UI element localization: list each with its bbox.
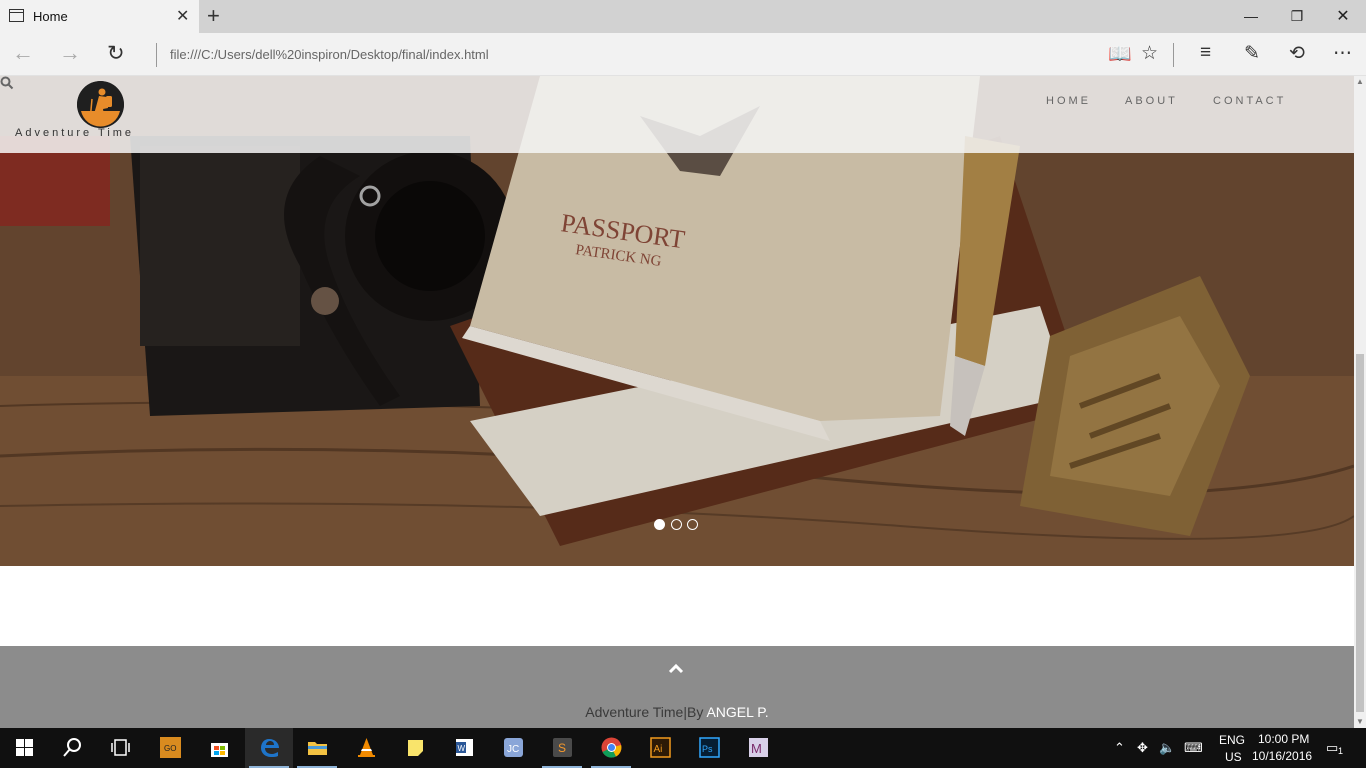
sticky-note-icon bbox=[408, 740, 423, 756]
folder-icon bbox=[308, 742, 327, 755]
nav-about-link[interactable]: ABOUT bbox=[1125, 95, 1178, 107]
site-footer: Adventure Time|By ANGEL P. bbox=[0, 646, 1354, 728]
windows-logo-icon bbox=[16, 739, 33, 756]
scroll-thumb[interactable] bbox=[1356, 354, 1364, 712]
show-hidden-icons-chevron-icon[interactable]: ⌃ bbox=[1114, 740, 1125, 756]
hero-slider: PASSPORT PATRICK NG Adventure Time HOME … bbox=[0, 76, 1354, 566]
search-icon[interactable] bbox=[0, 76, 14, 90]
edge-icon bbox=[261, 739, 279, 757]
taskbar-app-maple[interactable]: M bbox=[734, 728, 782, 768]
jcreator-icon: JC bbox=[504, 738, 523, 757]
address-bar: ← → ↻ file:///C:/Users/dell%20inspiron/D… bbox=[0, 33, 1366, 76]
vlc-cone-icon bbox=[358, 738, 375, 757]
notification-badge: 1 bbox=[1338, 746, 1344, 756]
maple-icon: M bbox=[749, 738, 768, 757]
csgo-icon: GO bbox=[160, 737, 181, 758]
reading-view-icon[interactable]: 📖 bbox=[1108, 42, 1132, 66]
footer-author-link[interactable]: ANGEL P. bbox=[706, 704, 768, 720]
more-actions-icon[interactable]: ⋯ bbox=[1333, 42, 1352, 65]
site-header: Adventure Time HOME ABOUT CONTACT bbox=[0, 76, 1354, 153]
web-note-icon[interactable]: ✎ bbox=[1244, 42, 1260, 65]
search-button[interactable] bbox=[48, 728, 96, 768]
new-tab-icon[interactable]: + bbox=[207, 3, 220, 29]
footer-credit: Adventure Time|By ANGEL P. bbox=[0, 704, 1354, 720]
taskbar-app-edge[interactable] bbox=[245, 728, 293, 768]
taskbar-app-file-explorer[interactable] bbox=[293, 728, 341, 768]
task-view-icon bbox=[111, 739, 130, 756]
refresh-icon[interactable]: ↻ bbox=[107, 41, 125, 66]
nav-home-link[interactable]: HOME bbox=[1046, 95, 1091, 107]
page-viewport: PASSPORT PATRICK NG Adventure Time HOME … bbox=[0, 76, 1354, 728]
svg-text:Ps: Ps bbox=[702, 744, 713, 754]
svg-text:Ai: Ai bbox=[654, 744, 663, 755]
taskbar-app-store[interactable] bbox=[195, 728, 243, 768]
task-view-button[interactable] bbox=[96, 728, 144, 768]
svg-text:M: M bbox=[751, 741, 762, 756]
back-arrow-icon[interactable]: ← bbox=[12, 40, 34, 66]
close-tab-icon[interactable]: ✕ bbox=[176, 6, 189, 26]
chevron-up-icon[interactable] bbox=[668, 662, 684, 674]
chrome-icon bbox=[601, 737, 622, 758]
restore-icon[interactable]: ❐ bbox=[1274, 0, 1320, 33]
logo[interactable] bbox=[77, 81, 124, 128]
svg-text:W: W bbox=[458, 744, 466, 753]
action-center-icon[interactable]: ▭ bbox=[1326, 740, 1338, 756]
page-icon bbox=[9, 9, 24, 22]
word-icon: W bbox=[456, 739, 473, 756]
svg-text:JC: JC bbox=[507, 744, 519, 755]
clock-date[interactable]: 10/16/2016 bbox=[1252, 749, 1312, 763]
taskbar-app-chrome[interactable] bbox=[587, 728, 635, 768]
taskbar-app-sticky-notes[interactable] bbox=[391, 728, 439, 768]
sublime-text-icon: S bbox=[553, 738, 572, 757]
close-window-icon[interactable]: ✕ bbox=[1320, 0, 1366, 33]
slide-dot-3[interactable] bbox=[687, 519, 698, 530]
url-input[interactable]: file:///C:/Users/dell%20inspiron/Desktop… bbox=[170, 47, 489, 62]
volume-icon[interactable]: 🔈 bbox=[1159, 740, 1175, 756]
search-icon bbox=[63, 738, 81, 757]
scroll-up-icon[interactable]: ▲ bbox=[1354, 76, 1366, 88]
divider bbox=[1173, 43, 1174, 67]
nav-contact-link[interactable]: CONTACT bbox=[1213, 95, 1286, 107]
taskbar-app-jcreator[interactable]: JC bbox=[489, 728, 537, 768]
input-language[interactable]: ENG bbox=[1219, 733, 1245, 747]
divider bbox=[156, 43, 157, 67]
slide-dot-1[interactable] bbox=[654, 519, 665, 530]
forward-arrow-icon[interactable]: → bbox=[59, 40, 81, 66]
taskbar-app-photoshop[interactable]: Ps bbox=[685, 728, 733, 768]
taskbar-app-vlc[interactable] bbox=[342, 728, 390, 768]
scroll-down-icon[interactable]: ▼ bbox=[1354, 716, 1366, 728]
favorite-star-icon[interactable]: ☆ bbox=[1141, 42, 1158, 65]
input-region[interactable]: US bbox=[1225, 750, 1242, 764]
start-button[interactable] bbox=[0, 728, 48, 768]
dropbox-icon[interactable]: ✥ bbox=[1137, 740, 1148, 756]
logo-text[interactable]: Adventure Time bbox=[15, 127, 134, 139]
footer-credit-prefix: Adventure Time|By bbox=[585, 704, 707, 720]
taskbar-app-illustrator[interactable]: Ai bbox=[636, 728, 684, 768]
browser-tab-bar: Home ✕ + — ❐ ✕ bbox=[0, 0, 1366, 33]
minimize-icon[interactable]: — bbox=[1228, 0, 1274, 33]
svg-text:S: S bbox=[558, 741, 566, 755]
illustrator-icon: Ai bbox=[650, 737, 671, 758]
browser-tab[interactable]: Home ✕ bbox=[0, 0, 199, 33]
windows-taskbar: GO W JC S Ai Ps M ⌃ ✥ 🔈 ⌨ ENG US 10:00 P… bbox=[0, 728, 1366, 768]
share-icon[interactable]: ⟲ bbox=[1289, 42, 1305, 65]
store-icon bbox=[211, 743, 228, 757]
hiker-logo-icon bbox=[77, 81, 124, 128]
clock-time[interactable]: 10:00 PM bbox=[1258, 732, 1309, 746]
taskbar-app-word[interactable]: W bbox=[440, 728, 488, 768]
taskbar-app-sublime-text[interactable]: S bbox=[538, 728, 586, 768]
slide-dot-2[interactable] bbox=[671, 519, 682, 530]
photoshop-icon: Ps bbox=[699, 737, 720, 758]
keyboard-icon[interactable]: ⌨ bbox=[1184, 740, 1203, 756]
tab-title: Home bbox=[33, 9, 68, 24]
hub-icon[interactable]: ≡ bbox=[1200, 42, 1211, 64]
svg-text:GO: GO bbox=[164, 744, 176, 753]
taskbar-app-csgo[interactable]: GO bbox=[146, 728, 194, 768]
slider-pagination bbox=[654, 519, 700, 531]
page-scrollbar[interactable]: ▲ ▼ bbox=[1354, 76, 1366, 728]
